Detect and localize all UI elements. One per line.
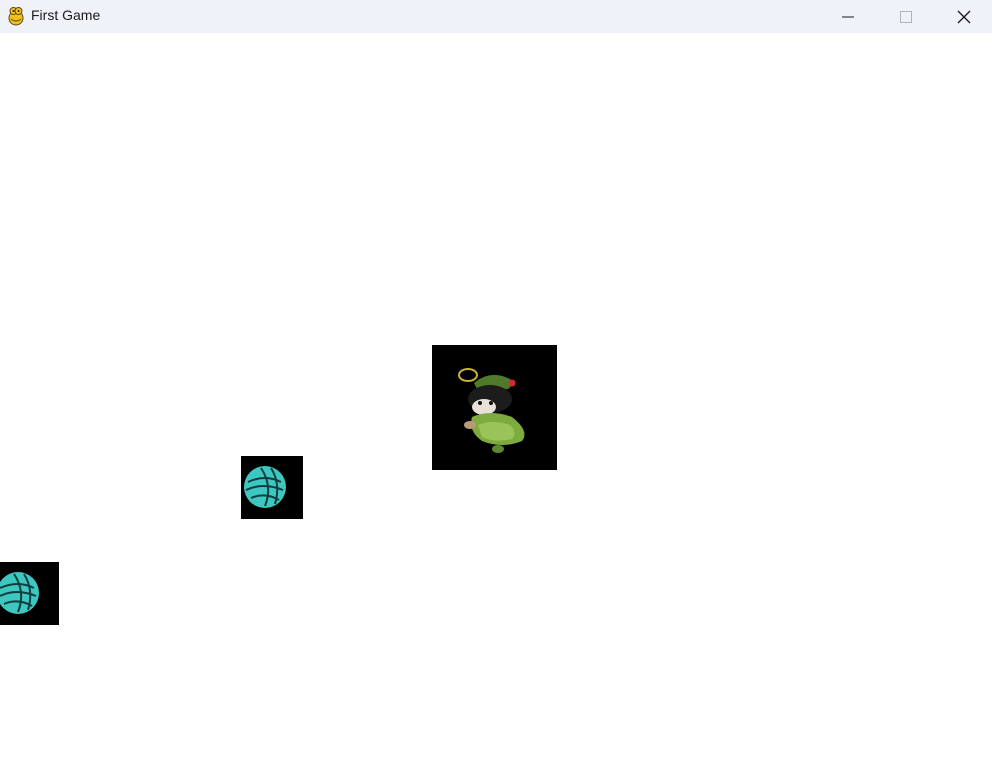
close-button[interactable] xyxy=(935,0,992,33)
close-icon xyxy=(957,10,971,23)
crochet-doll-icon xyxy=(432,345,557,470)
yarn-ball-icon xyxy=(0,562,59,625)
pygame-snake-icon xyxy=(8,7,24,26)
yarn-ball-sprite xyxy=(0,562,59,625)
yarn-ball-icon xyxy=(241,456,303,519)
maximize-icon xyxy=(900,10,912,23)
maximize-button[interactable] xyxy=(877,0,935,33)
yarn-ball-sprite xyxy=(241,456,303,519)
window-title: First Game xyxy=(31,7,101,23)
minimize-icon xyxy=(842,16,854,17)
minimize-button[interactable] xyxy=(819,0,877,33)
game-canvas[interactable] xyxy=(0,33,992,774)
title-bar[interactable]: First Game xyxy=(0,0,992,33)
player-sprite xyxy=(432,345,557,470)
